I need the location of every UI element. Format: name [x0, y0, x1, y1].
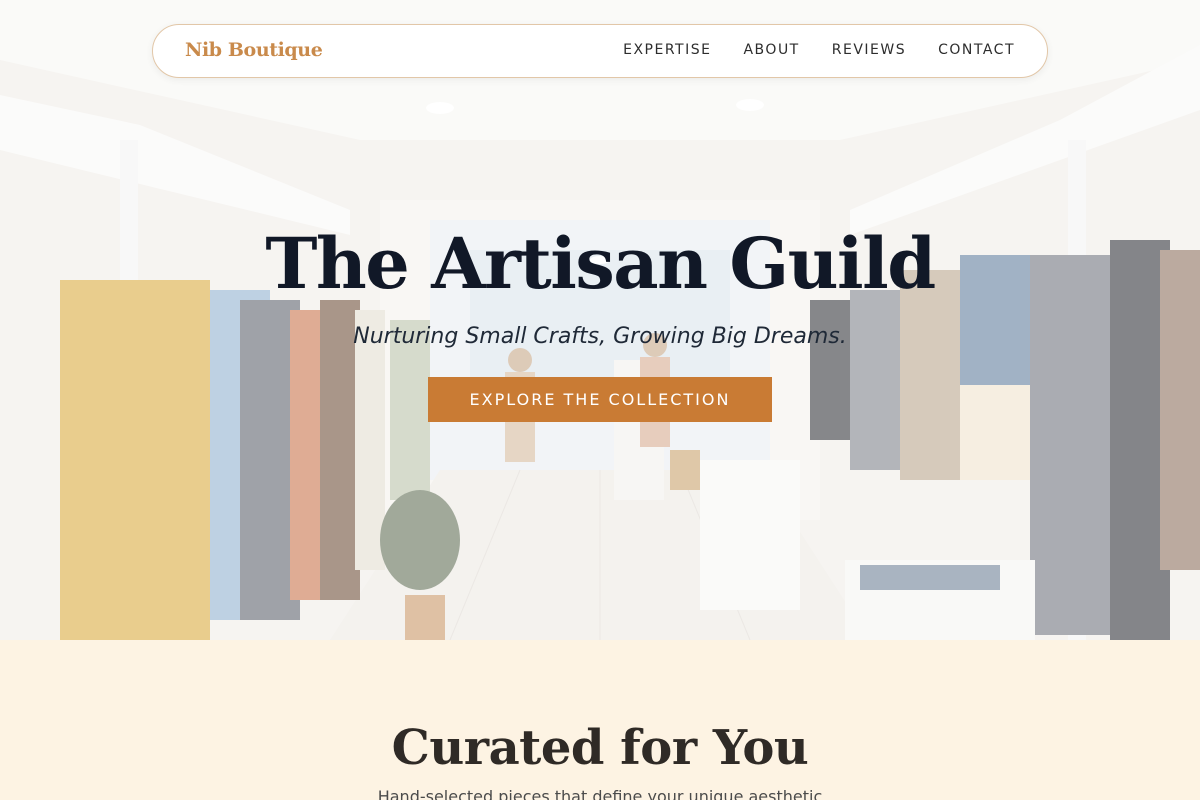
nav-link-about[interactable]: ABOUT [743, 42, 799, 58]
nav-link-reviews[interactable]: REVIEWS [832, 42, 906, 58]
nav-link-expertise[interactable]: EXPERTISE [623, 42, 711, 58]
hero-section: Nib Boutique EXPERTISE ABOUT REVIEWS CON… [0, 0, 1200, 640]
section-title: Curated for You [391, 720, 809, 776]
brand-logo[interactable]: Nib Boutique [185, 39, 323, 61]
nav-link-contact[interactable]: CONTACT [938, 42, 1015, 58]
nav-links: EXPERTISE ABOUT REVIEWS CONTACT [623, 42, 1015, 58]
section-description: Hand-selected pieces that define your un… [377, 787, 823, 800]
hero-overlay [0, 0, 1200, 640]
curated-section: Curated for You Hand-selected pieces tha… [0, 640, 1200, 800]
explore-collection-button[interactable]: EXPLORE THE COLLECTION [428, 377, 772, 422]
hero-title: The Artisan Guild [265, 222, 936, 305]
hero-subtitle: Nurturing Small Crafts, Growing Big Drea… [353, 324, 847, 349]
top-navbar: Nib Boutique EXPERTISE ABOUT REVIEWS CON… [152, 24, 1048, 78]
